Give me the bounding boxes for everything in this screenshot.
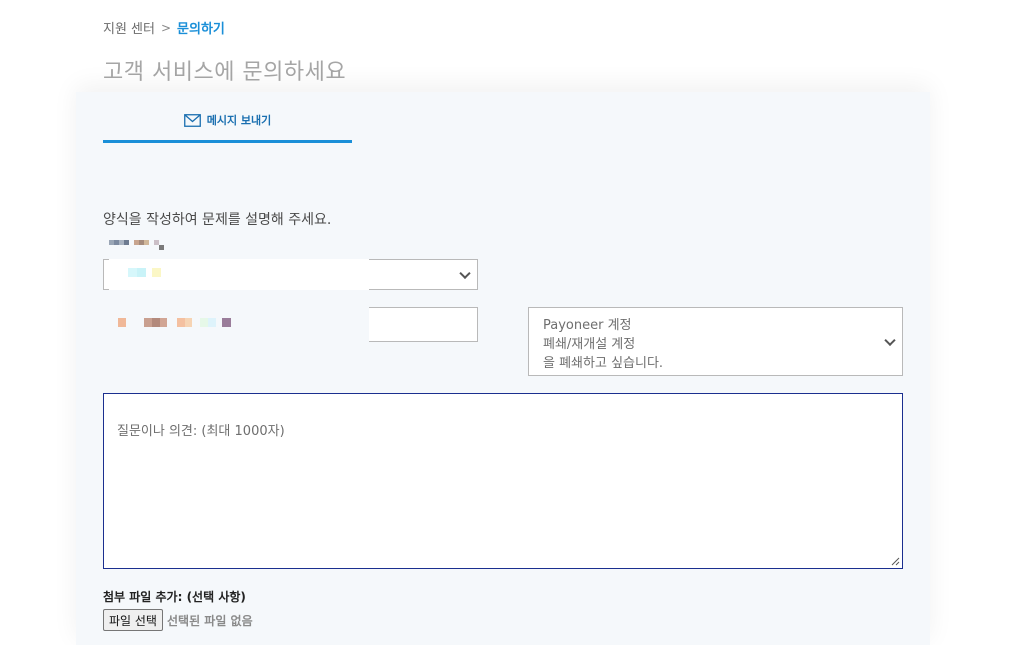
redacted-select-value	[128, 268, 161, 277]
message-textarea[interactable]: 질문이나 의견: (최대 1000자)	[103, 393, 903, 569]
breadcrumb-current: 문의하기	[177, 22, 225, 37]
breadcrumb-separator: >	[160, 20, 172, 35]
tab-send-message[interactable]: 메시지 보내기	[103, 106, 352, 143]
redacted-account-label	[118, 318, 231, 327]
file-status: 선택된 파일 없음	[166, 613, 253, 628]
redacted-label	[109, 240, 164, 250]
topic-select[interactable]: Payoneer 계정 폐쇄/재개설 계정 을 폐쇄하고 싶습니다.	[528, 307, 903, 376]
attachment-label: 첨부 파일 추가: (선택 사항)	[103, 590, 246, 604]
form-instructions: 양식을 작성하여 문제를 설명해 주세요.	[103, 212, 332, 228]
chevron-down-icon	[459, 267, 471, 279]
topic-select-line2: 폐쇄/재개설 계정	[543, 337, 636, 352]
file-upload-row: 파일 선택 선택된 파일 없음	[103, 609, 253, 631]
resize-handle-icon[interactable]	[890, 556, 900, 566]
choose-file-button[interactable]: 파일 선택	[103, 609, 163, 631]
topic-select-line1: Payoneer 계정	[543, 318, 632, 333]
breadcrumb-parent-link[interactable]: 지원 센터	[103, 18, 155, 37]
envelope-icon	[183, 113, 201, 127]
topic-select-line3: 을 폐쇄하고 싶습니다.	[543, 356, 664, 371]
page-title: 고객 서비스에 문의하세요	[103, 60, 347, 85]
message-placeholder: 질문이나 의견: (최대 1000자)	[117, 424, 285, 439]
contact-form-card: 메시지 보내기 양식을 작성하여 문제를 설명해 주세요. Payoneer 계…	[76, 92, 930, 645]
tab-send-message-label: 메시지 보내기	[206, 114, 272, 127]
breadcrumb: 지원 센터 > 문의하기	[103, 18, 225, 38]
